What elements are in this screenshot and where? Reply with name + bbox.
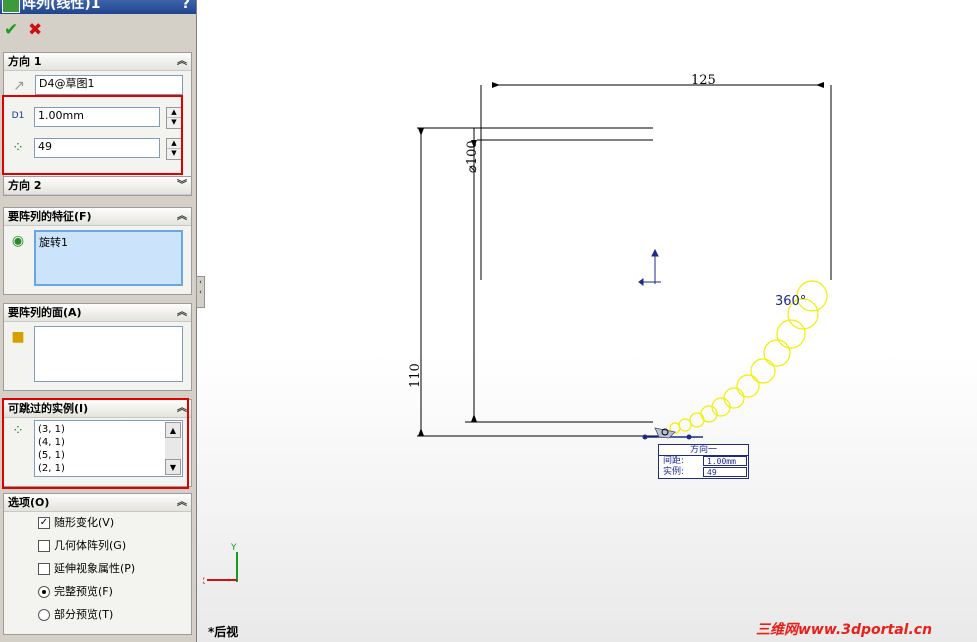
callout-spacing-value[interactable]: 1.00mm bbox=[703, 456, 747, 466]
ok-button[interactable]: ✔ bbox=[4, 20, 18, 40]
help-button[interactable]: ? bbox=[182, 0, 190, 14]
direction-reference-field[interactable]: D4@草图1 bbox=[35, 75, 183, 95]
callout-title: 方向一 bbox=[659, 445, 748, 456]
pattern-callout[interactable]: 方向一 间距: 1.00mm 实例: 49 bbox=[658, 444, 749, 479]
sketch-canvas: 125 ⌀100 110 360° Y X bbox=[203, 73, 832, 587]
options-title: 选项(O) bbox=[8, 496, 50, 509]
width-dimension[interactable]: 125 bbox=[691, 73, 716, 88]
preview-instance bbox=[723, 387, 745, 409]
checkbox-icon[interactable] bbox=[38, 540, 50, 552]
features-title: 要阵列的特征(F) bbox=[8, 210, 92, 223]
features-header[interactable]: 要阵列的特征(F) ︽ bbox=[4, 208, 191, 226]
preview-instance bbox=[689, 412, 705, 428]
property-manager: 阵列(线性)1 ? ✔ ✖ 方向 1 ︽ ↗ D4@草图1 D1 1.00mm … bbox=[0, 0, 197, 642]
direction1-header[interactable]: 方向 1 ︽ bbox=[4, 53, 191, 71]
check-icon: ✔ bbox=[4, 20, 19, 40]
collapse-icon[interactable]: ︽ bbox=[177, 494, 187, 511]
triad-y-label: Y bbox=[230, 543, 237, 553]
radio-icon[interactable] bbox=[38, 586, 50, 598]
option-label: 随形变化(V) bbox=[54, 516, 115, 529]
watermark: 三维网www.3dportal.cn bbox=[756, 622, 933, 638]
arrow-icon bbox=[471, 414, 477, 422]
radio-icon[interactable] bbox=[38, 609, 50, 621]
option-label: 部分预览(T) bbox=[54, 608, 114, 621]
direction-arrow-icon[interactable]: ↗ bbox=[10, 77, 28, 95]
option-label: 完整预览(F) bbox=[54, 585, 113, 598]
angle-label[interactable]: 360° bbox=[775, 294, 806, 309]
direction2-header[interactable]: 方向 2 ︾ bbox=[4, 177, 191, 195]
option-label: 几何体阵列(G) bbox=[54, 539, 127, 552]
triad-x-label: X bbox=[203, 577, 205, 587]
preview-instance bbox=[750, 358, 776, 384]
expand-icon[interactable]: ︾ bbox=[177, 177, 187, 194]
preview-instance bbox=[776, 319, 806, 349]
panel-title-bar: 阵列(线性)1 ? bbox=[0, 0, 196, 14]
checkbox-icon[interactable] bbox=[38, 563, 50, 575]
callout-instances-label: 实例: bbox=[663, 467, 685, 477]
callout-spacing-label: 间距: bbox=[663, 456, 685, 466]
origin-icon bbox=[638, 248, 661, 286]
checkbox-icon[interactable]: ✓ bbox=[38, 517, 50, 529]
preview-instance bbox=[678, 418, 692, 432]
arrow-icon bbox=[816, 82, 824, 88]
view-name: *后视 bbox=[208, 625, 239, 639]
features-group: 要阵列的特征(F) ︽ ◉ 旋转1 bbox=[3, 207, 192, 295]
preview-instance bbox=[711, 397, 731, 417]
collapse-icon[interactable]: ︽ bbox=[177, 53, 187, 70]
collapse-icon[interactable]: ︽ bbox=[177, 208, 187, 225]
direction1-title: 方向 1 bbox=[8, 55, 42, 68]
faces-group: 要阵列的面(A) ︽ ■ bbox=[3, 303, 192, 391]
faces-title: 要阵列的面(A) bbox=[8, 306, 82, 319]
panel-title: 阵列(线性)1 bbox=[22, 0, 101, 12]
direction2-title: 方向 2 bbox=[8, 179, 42, 192]
options-header[interactable]: 选项(O) ︽ bbox=[4, 494, 191, 512]
options-group: 选项(O) ︽ ✓ 随形变化(V) 几何体阵列(G) 延伸视象属性(P) 完整预览(F)… bbox=[3, 493, 192, 635]
preview-instance bbox=[763, 339, 791, 367]
x-icon: ✖ bbox=[28, 20, 43, 40]
height-dimension[interactable]: 110 bbox=[408, 363, 423, 388]
highlight-box bbox=[2, 95, 183, 175]
graphics-area[interactable]: 125 ⌀100 110 360° Y X bbox=[203, 0, 977, 642]
linear-pattern-icon bbox=[2, 0, 20, 13]
preview-instance bbox=[736, 374, 760, 398]
list-item[interactable]: 旋转1 bbox=[36, 232, 181, 252]
view-triad: Y X bbox=[203, 543, 238, 587]
diameter-dimension[interactable]: ⌀100 bbox=[465, 140, 480, 173]
callout-instances-value[interactable]: 49 bbox=[703, 467, 747, 477]
faces-header[interactable]: 要阵列的面(A) ︽ bbox=[4, 304, 191, 322]
arrow-icon bbox=[418, 428, 424, 436]
feature-icon: ◉ bbox=[11, 233, 25, 249]
features-list[interactable]: 旋转1 bbox=[34, 230, 183, 286]
face-icon: ■ bbox=[11, 329, 25, 345]
arrow-icon bbox=[492, 82, 500, 88]
faces-list[interactable] bbox=[34, 326, 183, 382]
direction2-group: 方向 2 ︾ bbox=[3, 176, 192, 196]
highlight-box bbox=[2, 398, 189, 489]
collapse-icon[interactable]: ︽ bbox=[177, 304, 187, 321]
option-label: 延伸视象属性(P) bbox=[54, 562, 136, 575]
direction-handle[interactable] bbox=[642, 427, 704, 440]
cancel-button[interactable]: ✖ bbox=[28, 20, 42, 40]
arrow-icon bbox=[418, 128, 424, 136]
